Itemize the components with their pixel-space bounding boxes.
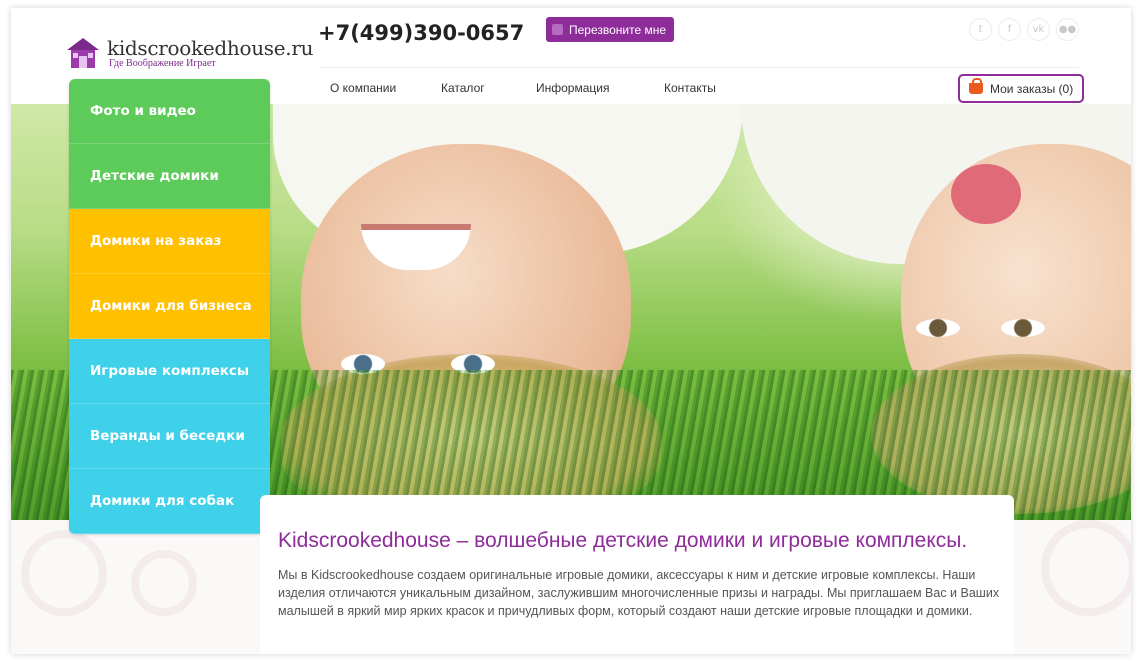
page: kidscrookedhouse.ru Где Воображение Игра… (11, 8, 1131, 654)
sidebar-item-label: Веранды и беседки (90, 428, 245, 444)
nav-item-about[interactable]: О компании (330, 81, 441, 95)
sidebar-item-kids-houses[interactable]: Детские домики (69, 144, 270, 209)
sidebar-item-custom-houses[interactable]: Домики на заказ (69, 209, 270, 274)
facebook-icon[interactable]: f (998, 18, 1021, 41)
logo-text: kidscrookedhouse.ru (107, 36, 314, 60)
phone-icon (552, 24, 563, 35)
vk-icon[interactable]: vk (1027, 18, 1050, 41)
sidebar-item-label: Домики для собак (90, 493, 235, 509)
intro-card: Kidscrookedhouse – волшебные детские дом… (260, 495, 1014, 654)
flickr-icon[interactable]: ●● (1056, 18, 1079, 41)
phone-number[interactable]: +7(499)390-0657 (318, 21, 524, 45)
sidebar-item-photo-video[interactable]: Фото и видео (69, 79, 270, 144)
main-nav: О компании Каталог Информация Контакты (330, 81, 734, 95)
house-logo-icon (67, 38, 99, 68)
basket-icon (969, 78, 983, 94)
sidebar-item-dog-houses[interactable]: Домики для собак (69, 469, 270, 534)
my-orders-button[interactable]: Мои заказы (0) (958, 74, 1085, 103)
sidebar-item-label: Фото и видео (90, 103, 196, 119)
intro-text: Мы в Kidscrookedhouse создаем оригинальн… (278, 568, 1000, 618)
site-logo[interactable]: kidscrookedhouse.ru Где Воображение Игра… (65, 32, 313, 72)
sidebar-item-label: Детские домики (90, 168, 219, 184)
nav-item-catalog[interactable]: Каталог (441, 81, 536, 95)
nav-divider (319, 67, 1079, 68)
sidebar-item-business-houses[interactable]: Домики для бизнеса (69, 274, 270, 339)
callback-label: Перезвоните мне (569, 22, 667, 37)
twitter-icon[interactable]: 𝕥 (969, 18, 992, 41)
sidebar-item-play-complexes[interactable]: Игровые комплексы (69, 339, 270, 404)
sidebar-item-label: Домики на заказ (90, 233, 222, 249)
page-title: Kidscrookedhouse – волшебные детские дом… (278, 529, 968, 552)
callback-button[interactable]: Перезвоните мне (546, 17, 675, 42)
my-orders-label: Мои заказы (0) (990, 81, 1074, 96)
nav-item-information[interactable]: Информация (536, 81, 664, 95)
social-links: 𝕥 f vk ●● (969, 18, 1079, 41)
nav-item-contacts[interactable]: Контакты (664, 81, 734, 95)
sidebar-item-label: Игровые комплексы (90, 363, 250, 379)
sidebar-item-verandas[interactable]: Веранды и беседки (69, 404, 270, 469)
category-menu: Фото и видео Детские домики Домики на за… (69, 79, 270, 534)
logo-tagline: Где Воображение Играет (109, 58, 216, 69)
sidebar-item-label: Домики для бизнеса (90, 298, 252, 314)
